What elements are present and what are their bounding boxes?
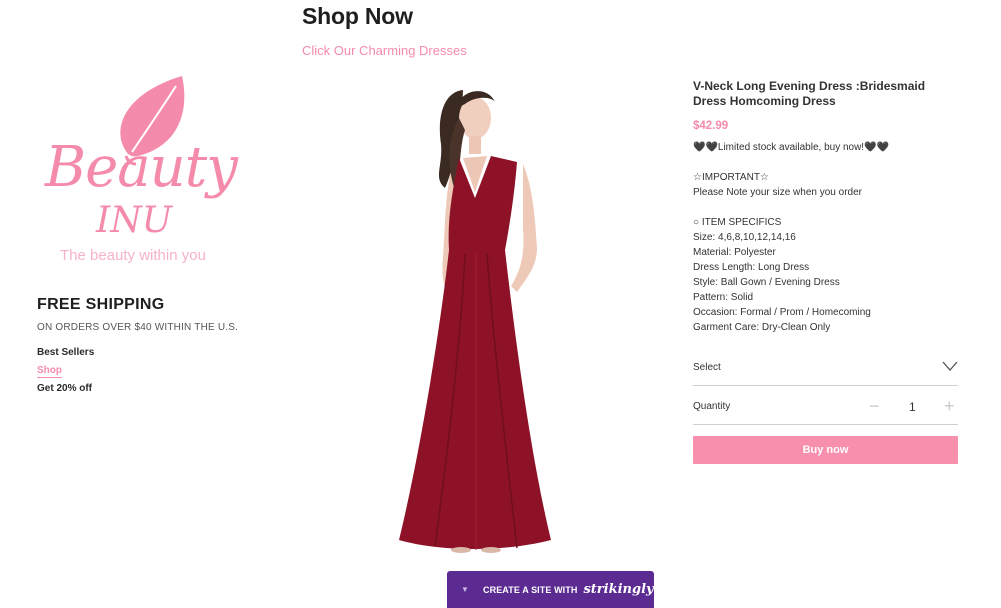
logo-tagline: The beauty within you xyxy=(60,247,206,264)
quantity-decrease-button[interactable]: − xyxy=(869,396,880,417)
spec-size: Size: 4,6,8,10,12,14,16 xyxy=(693,232,796,243)
discount-label: Get 20% off xyxy=(37,383,93,394)
quantity-increase-button[interactable]: + xyxy=(944,396,955,417)
buy-now-button[interactable]: Buy now xyxy=(693,436,958,464)
specs-heading: ○ ITEM SPECIFICS xyxy=(693,217,782,228)
strikingly-banner[interactable]: ▼ CREATE A SITE WITH strikingly xyxy=(447,571,654,608)
collapse-arrow-icon[interactable]: ▼ xyxy=(447,585,483,594)
shop-link[interactable]: Shop xyxy=(37,365,62,378)
quantity-value[interactable]: 1 xyxy=(909,400,916,414)
logo-brand-line2: INU xyxy=(96,200,173,241)
quantity-label: Quantity xyxy=(693,401,731,412)
spec-garment-care: Garment Care: Dry-Clean Only xyxy=(693,322,831,333)
dress-model-image xyxy=(399,90,551,553)
spec-occasion: Occasion: Formal / Prom / Homecoming xyxy=(693,307,871,318)
free-shipping-subheading: ON ORDERS OVER $40 WITHIN THE U.S. xyxy=(37,322,239,333)
product-name: V-Neck Long Evening Dress :Bridesmaid Dr… xyxy=(693,79,926,108)
free-shipping-heading: FREE SHIPPING xyxy=(37,296,165,313)
brand-logo: Beauty INU The beauty within you xyxy=(40,72,250,272)
page-title: Shop Now xyxy=(302,3,413,29)
important-heading: ☆IMPORTANT☆ xyxy=(693,172,769,183)
spec-style: Style: Ball Gown / Evening Dress xyxy=(693,277,840,288)
charming-dresses-link[interactable]: Click Our Charming Dresses xyxy=(302,43,467,58)
spec-pattern: Pattern: Solid xyxy=(693,292,754,303)
logo-brand-line1: Beauty xyxy=(45,135,238,200)
stock-note: 🖤🖤Limited stock available, buy now!🖤🖤 xyxy=(693,142,889,153)
best-sellers-label: Best Sellers xyxy=(37,347,95,358)
spec-material: Material: Polyester xyxy=(693,247,776,258)
product-price: $42.99 xyxy=(693,120,729,132)
banner-text: CREATE A SITE WITH xyxy=(483,584,578,595)
product-image[interactable] xyxy=(375,78,575,558)
strikingly-logo: strikingly xyxy=(583,582,654,597)
select-label: Select xyxy=(693,362,721,373)
chevron-down-icon xyxy=(942,361,958,371)
important-note: Please Note your size when you order xyxy=(693,187,862,198)
spec-dress-length: Dress Length: Long Dress xyxy=(693,262,810,273)
quantity-row: Quantity − 1 + xyxy=(693,393,958,425)
variant-select[interactable]: Select xyxy=(693,354,958,386)
